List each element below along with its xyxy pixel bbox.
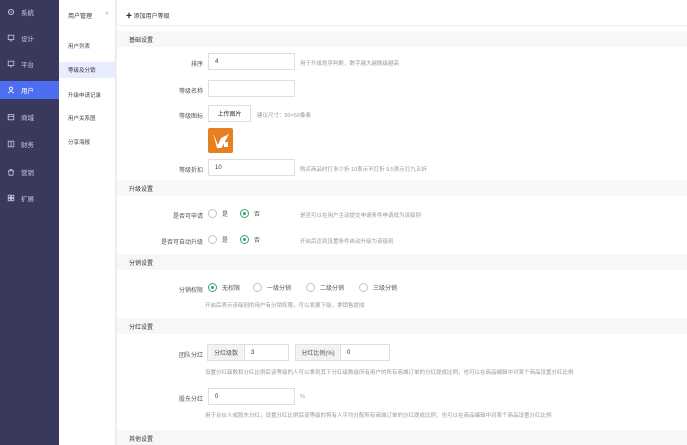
auto-label: 是否可自动升级 bbox=[160, 240, 203, 246]
perm-level2-radio[interactable]: 二级分销 bbox=[306, 283, 344, 292]
auto-no-radio[interactable]: 否 bbox=[240, 235, 260, 244]
radio-label: 三级分销 bbox=[373, 286, 398, 292]
sort-input[interactable]: 4 bbox=[208, 53, 295, 70]
radio-label: 无权限 bbox=[222, 286, 241, 292]
main-panel: ✚ 添加用户等级 基础设置 排序 4 用于升级划序判断，数字越大越晚级越高 等级… bbox=[117, 0, 687, 445]
logo-icon bbox=[213, 133, 229, 148]
nav-item-label: 系統 bbox=[21, 10, 34, 17]
radio-dot bbox=[253, 283, 262, 292]
collapse-icon[interactable]: « bbox=[105, 10, 109, 17]
apply-yes-radio[interactable]: 是 bbox=[208, 209, 228, 218]
perm-level3-radio[interactable]: 三级分销 bbox=[359, 283, 397, 292]
nav-item-shop[interactable]: 商城 bbox=[0, 108, 59, 126]
wallet-icon bbox=[7, 140, 15, 148]
subnav-item-relations[interactable]: 用户关系图 bbox=[59, 110, 115, 126]
name-input[interactable] bbox=[208, 80, 295, 97]
auto-hint: 开启后达到设置条件自动升级为该级别 bbox=[300, 239, 394, 245]
icon-hint: 建议尺寸：50×50像素 bbox=[257, 113, 311, 119]
section-upgrade: 升级设置 bbox=[117, 180, 687, 196]
section-basic: 基础设置 bbox=[117, 31, 687, 47]
levels-addon: 分红级数 bbox=[207, 344, 245, 361]
monitor-icon bbox=[7, 34, 15, 42]
section-dividend: 分红设置 bbox=[117, 318, 687, 334]
radio-dot bbox=[208, 283, 217, 292]
radio-dot bbox=[240, 235, 249, 244]
nav-item-label: 用户 bbox=[21, 88, 34, 95]
radio-dot bbox=[208, 209, 217, 218]
levels-input[interactable]: 3 bbox=[244, 344, 289, 361]
radio-dot bbox=[240, 209, 249, 218]
upload-button[interactable]: 上传图片 bbox=[208, 105, 251, 122]
ratio-input[interactable]: 0 bbox=[340, 344, 390, 361]
nav-item-finance[interactable]: 财务 bbox=[0, 135, 59, 153]
sort-label: 排序 bbox=[190, 62, 203, 68]
radio-label: 二级分销 bbox=[320, 286, 345, 292]
radio-label: 否 bbox=[254, 238, 261, 244]
nav-item-label: 扩展 bbox=[21, 196, 34, 203]
discount-input[interactable]: 10 bbox=[208, 159, 295, 176]
radio-label: 一级分销 bbox=[267, 286, 292, 292]
subnav-item-user-list[interactable]: 用户列表 bbox=[59, 38, 115, 54]
shareholder-unit: % bbox=[300, 394, 305, 400]
radio-dot bbox=[306, 283, 315, 292]
sub-nav: 用户管理 « 用户列表 等级及分销 升级申请记录 用户关系图 分享海报 bbox=[59, 0, 116, 445]
apply-no-radio[interactable]: 否 bbox=[240, 209, 260, 218]
subnav-item-posters[interactable]: 分享海报 bbox=[59, 134, 115, 150]
team-label: 团队分红 bbox=[178, 353, 203, 359]
ratio-addon: 分红比例(%) bbox=[295, 344, 341, 361]
section-other: 其他设置 bbox=[117, 430, 687, 445]
auto-yes-radio[interactable]: 是 bbox=[208, 235, 228, 244]
section-distribution: 分销设置 bbox=[117, 254, 687, 270]
shareholder-hint: 用于合伙人或股东分红，设置分红比例后该等级的将有人平均分配所有商城订单的分红提成… bbox=[205, 413, 552, 419]
shop-icon bbox=[7, 113, 15, 121]
nav-item-label: 商城 bbox=[21, 115, 34, 122]
team-hint: 设置分红级数和分红比例后该等级的人可以拿到其下分红级数级所有用户的所有商城订单的… bbox=[205, 370, 574, 376]
perm-hint: 开启后表示该级别的用户有分销权限，可以发展下级，拿销售提成 bbox=[205, 303, 365, 309]
apply-label: 是否可申请 bbox=[172, 214, 203, 220]
nav-item-design[interactable]: 设计 bbox=[0, 29, 59, 47]
subnav-item-upgrade-records[interactable]: 升级申请记录 bbox=[59, 87, 115, 103]
icon-label: 等级图标 bbox=[178, 114, 203, 120]
bag-icon bbox=[7, 168, 15, 176]
name-label: 等级名称 bbox=[178, 89, 203, 95]
radio-dot bbox=[359, 283, 368, 292]
nav-item-label: 营销 bbox=[21, 170, 34, 177]
radio-label: 否 bbox=[254, 212, 261, 218]
nav-item-user[interactable]: 用户 bbox=[0, 81, 59, 99]
apply-hint: 是否可以在用户主动提交申请条件申请成为该级别 bbox=[300, 213, 422, 219]
main-nav: 系統 设计 平台 用户 商城 财务 营销 扩展 bbox=[0, 0, 59, 445]
grid-icon bbox=[7, 194, 15, 202]
shareholder-input[interactable]: 0 bbox=[208, 388, 295, 405]
subnav-item-levels[interactable]: 等级及分销 bbox=[59, 62, 115, 78]
nav-item-platform[interactable]: 平台 bbox=[0, 55, 59, 73]
user-icon bbox=[7, 86, 15, 94]
perm-none-radio[interactable]: 无权限 bbox=[208, 283, 240, 292]
nav-item-extension[interactable]: 扩展 bbox=[0, 189, 59, 207]
page-title: ✚ 添加用户等级 bbox=[126, 14, 170, 20]
discount-hint: 购买商品时打多少折 10表示不打折 9.5表示打九五折 bbox=[300, 167, 427, 173]
nav-item-marketing[interactable]: 营销 bbox=[0, 163, 59, 181]
nav-item-label: 平台 bbox=[21, 62, 34, 69]
radio-label: 是 bbox=[222, 212, 229, 218]
shareholder-label: 股东分红 bbox=[178, 397, 203, 403]
level-icon-preview[interactable] bbox=[208, 128, 233, 153]
radio-dot bbox=[208, 235, 217, 244]
discount-label: 等级折扣 bbox=[178, 168, 203, 174]
nav-item-system[interactable]: 系統 bbox=[0, 3, 59, 21]
perm-level1-radio[interactable]: 一级分销 bbox=[253, 283, 291, 292]
nav-item-label: 财务 bbox=[21, 142, 34, 149]
subnav-title: 用户管理 bbox=[68, 14, 93, 20]
monitor-icon bbox=[7, 60, 15, 68]
sort-hint: 用于升级划序判断，数字越大越晚级越高 bbox=[300, 61, 400, 67]
divider bbox=[117, 25, 687, 26]
perm-label: 分销权限 bbox=[178, 288, 203, 294]
nav-item-label: 设计 bbox=[21, 36, 34, 43]
gear-icon bbox=[7, 8, 15, 16]
radio-label: 是 bbox=[222, 238, 229, 244]
